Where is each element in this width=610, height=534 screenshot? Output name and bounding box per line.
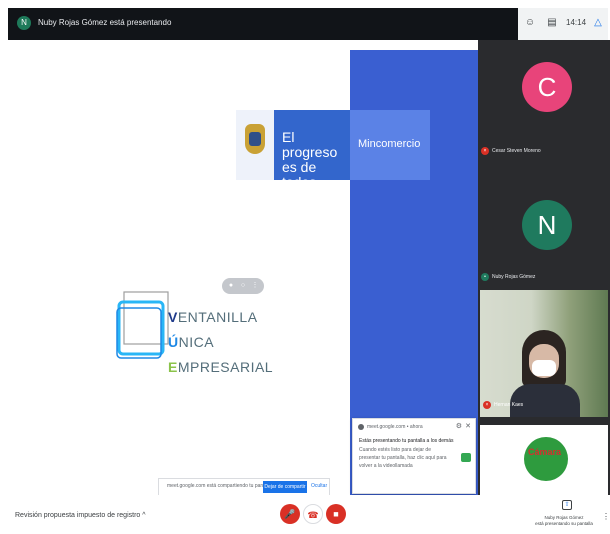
presenter-status: Nuby Rojas Gómez está presentando xyxy=(38,18,172,27)
camara-logo-text: Cámara xyxy=(528,447,562,457)
sharing-indicator-text: meet.google.com está compartiendo tu pan… xyxy=(167,483,274,489)
meet-icon xyxy=(461,453,471,462)
participant-name: Hernan Kaes xyxy=(494,402,524,408)
participant-name: Nuby Rojas Gómez xyxy=(492,274,536,280)
close-icon[interactable]: ✕ xyxy=(465,422,471,430)
participant-tile[interactable]: N • Nuby Rojas Gómez xyxy=(478,170,610,288)
mic-off-icon: × xyxy=(481,147,489,155)
notification-source: meet.google.com • ahora xyxy=(367,424,423,430)
mic-icon: • xyxy=(481,273,489,281)
more-options-icon[interactable]: ⋮ xyxy=(602,512,610,521)
presenter-avatar: N xyxy=(17,16,31,30)
clock-time: 14:14 xyxy=(566,18,587,27)
top-bar-actions: ☺ ▤ 14:14 △ xyxy=(518,8,608,40)
camera-toggle-button[interactable]: ■ xyxy=(326,504,346,524)
coat-of-arms-icon xyxy=(236,110,274,180)
sharing-indicator-bar: meet.google.com está compartiendo tu pan… xyxy=(158,478,330,495)
vue-logo-icon xyxy=(116,291,169,359)
banner-text: El progreso es de todos xyxy=(282,129,338,190)
participant-panel: C × Cesar Steven Moreno N • Nuby Rojas G… xyxy=(478,40,610,495)
gear-icon[interactable]: ⚙ xyxy=(456,422,462,430)
chat-icon[interactable]: ▤ xyxy=(546,17,558,29)
ministry-name: Mincomercio xyxy=(358,138,421,150)
options-icon[interactable]: ⋮ xyxy=(251,282,259,290)
face-mask xyxy=(532,360,556,376)
bottom-bar: Revisión propuesta impuesto de registro … xyxy=(0,495,610,534)
meeting-title[interactable]: Revisión propuesta impuesto de registro … xyxy=(15,512,146,519)
mic-toggle-button[interactable]: 🎤 xyxy=(280,504,300,524)
zoom-icon[interactable]: ○ xyxy=(239,282,247,290)
chrome-icon xyxy=(358,424,364,430)
participant-tile[interactable]: C × Cesar Steven Moreno xyxy=(478,40,610,170)
presenting-notification[interactable]: meet.google.com • ahora ⚙ ✕ Estás presen… xyxy=(352,418,476,494)
participant-name: Cesar Steven Moreno xyxy=(492,148,541,154)
stop-sharing-button[interactable]: Dejar de compartir xyxy=(263,481,307,493)
people-icon[interactable]: ☺ xyxy=(524,17,536,29)
avatar: C xyxy=(522,62,572,112)
presentation-controls[interactable]: ● ○ ⋮ xyxy=(222,278,264,294)
participant-video-tile[interactable]: × Hernan Kaes xyxy=(480,290,608,417)
present-screen-icon[interactable]: ⇧ xyxy=(562,500,572,510)
vue-wordmark: VENTANILLA ÚNICA EMPRESARIAL xyxy=(168,309,274,375)
government-banner: El progreso es de todos xyxy=(236,110,350,190)
camara-logo-icon xyxy=(524,437,568,481)
ministry-banner: Mincomercio xyxy=(350,110,430,180)
activities-icon[interactable]: △ xyxy=(592,17,604,29)
hide-button[interactable]: Ocultar xyxy=(311,483,327,489)
pointer-icon[interactable]: ● xyxy=(227,282,235,290)
notification-title: Estás presentando tu pantalla a los demá… xyxy=(359,438,454,444)
chevron-up-icon[interactable]: ^ xyxy=(142,512,145,519)
shared-screen: El progreso es de todos Mincomercio ● ○ … xyxy=(8,40,478,495)
mic-off-icon: × xyxy=(483,401,491,409)
notification-body: Cuando estés listo para dejar de present… xyxy=(359,447,447,469)
avatar: N xyxy=(522,200,572,250)
participant-logo-tile[interactable]: Cámara xyxy=(480,425,608,495)
presenting-status: Nuby Rojas Gómez está presentando su pan… xyxy=(535,515,593,526)
top-bar: N Nuby Rojas Gómez está presentando ☺ ▤ … xyxy=(8,8,608,40)
hangup-button[interactable]: ☎ xyxy=(303,504,323,524)
